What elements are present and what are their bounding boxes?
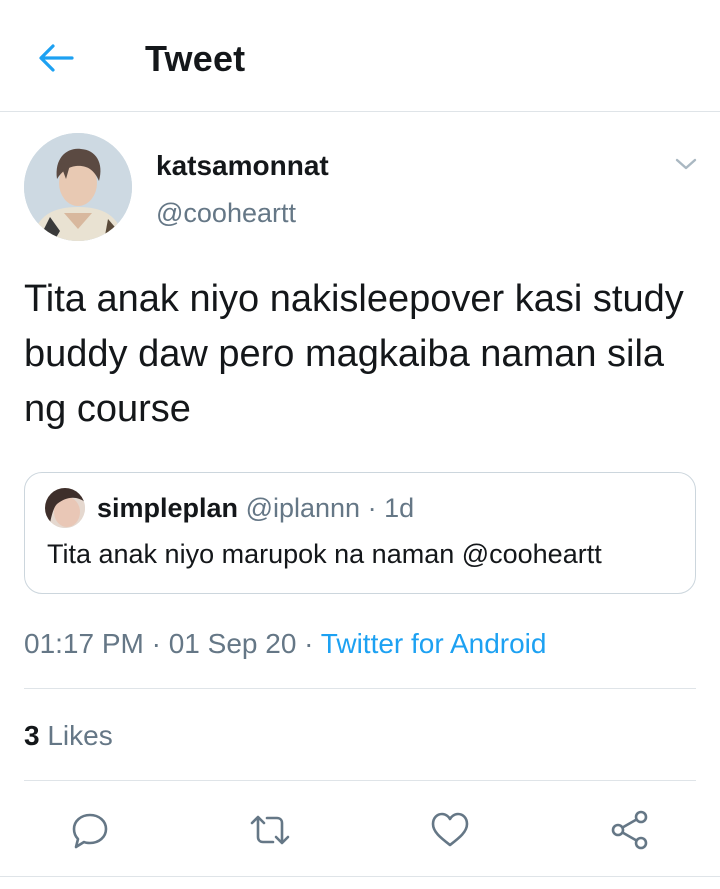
source-link[interactable]: Twitter for Android xyxy=(321,628,547,659)
divider xyxy=(24,688,696,689)
quoted-author-handle: @iplannn xyxy=(245,493,361,523)
top-bar: Tweet xyxy=(0,0,720,112)
author-name[interactable]: katsamonnat xyxy=(156,150,329,182)
quoted-header: simpleplan @iplannn · 1d xyxy=(97,493,414,524)
quoted-author-name: simpleplan xyxy=(97,493,239,523)
quoted-avatar-image xyxy=(45,488,85,528)
timestamp: 01:17 PM · 01 Sep 20 · xyxy=(24,628,314,659)
author-avatar[interactable] xyxy=(24,133,132,241)
tweet-meta: 01:17 PM · 01 Sep 20 · Twitter for Andro… xyxy=(24,628,546,660)
like-icon xyxy=(431,812,469,847)
tweet-menu-button[interactable] xyxy=(668,148,704,180)
back-button[interactable] xyxy=(34,38,78,78)
avatar-image xyxy=(24,133,132,241)
quoted-tweet[interactable]: simpleplan @iplannn · 1d Tita anak niyo … xyxy=(24,472,696,594)
share-icon xyxy=(611,810,648,850)
tweet-text: Tita anak niyo nakisleepover kasi study … xyxy=(24,278,684,430)
like-button[interactable] xyxy=(424,804,476,856)
share-button[interactable] xyxy=(604,804,656,856)
likes-label: Likes xyxy=(47,720,113,751)
likes-stat[interactable]: 3 Likes xyxy=(24,720,113,752)
likes-count: 3 xyxy=(24,720,40,751)
quoted-text: Tita anak niyo marupok na naman @coohear… xyxy=(47,539,602,569)
reply-icon xyxy=(72,813,108,849)
arrow-left-icon xyxy=(39,44,74,72)
divider xyxy=(24,780,696,781)
chevron-down-icon xyxy=(675,158,697,170)
retweet-icon xyxy=(250,815,290,845)
retweet-button[interactable] xyxy=(244,804,296,856)
page-title: Tweet xyxy=(145,38,246,79)
quoted-age: · 1d xyxy=(367,493,415,523)
author-handle[interactable]: @cooheartt xyxy=(156,198,296,229)
action-bar xyxy=(0,800,720,860)
quoted-author-avatar xyxy=(45,488,85,528)
reply-button[interactable] xyxy=(64,804,116,856)
bottom-divider xyxy=(0,876,720,877)
